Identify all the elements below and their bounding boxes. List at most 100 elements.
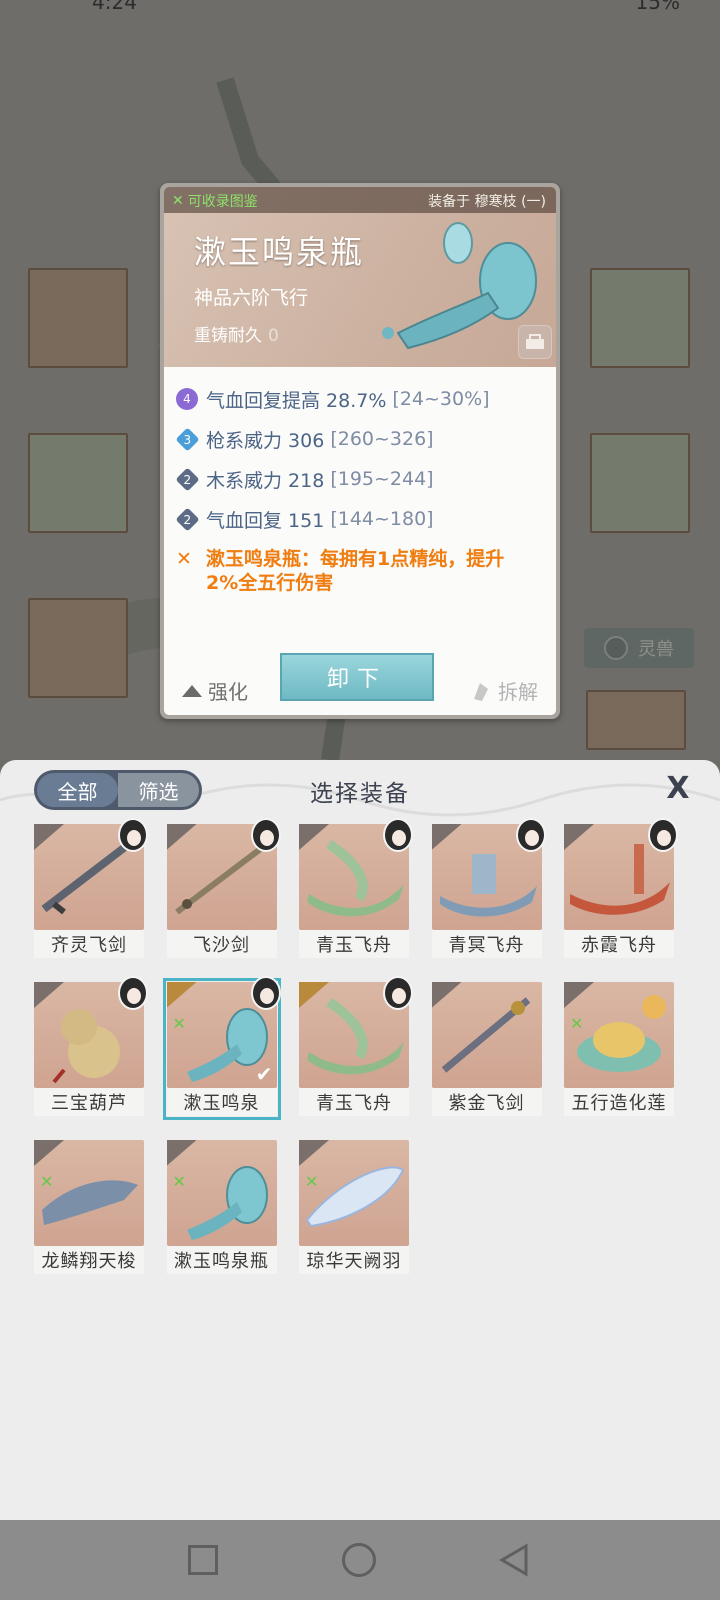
equipment-name: 赤霞飞舟 [564,930,674,958]
equipment-card[interactable]: 紫金飞剑 [431,982,542,1116]
upgrade-arrow-icon [182,684,202,697]
equipment-image [34,1140,144,1246]
sheet-title: 选择装备 [310,781,410,807]
equipment-card[interactable]: ✕ ✔ 漱玉鸣泉 [162,976,281,1120]
lock-button[interactable] [518,325,552,359]
sheet-header: 全部 筛选 选择装备 X [0,760,720,820]
stat-range: [260~326] [330,428,434,450]
item-durability: 重铸耐久 0 [194,321,279,346]
navigation-bar [0,1520,720,1600]
status-battery: 15% [635,0,680,14]
equipment-name: 青玉飞舟 [299,1088,409,1116]
equipment-name: 五行造化莲 [564,1088,674,1116]
bg-equip-slot [586,690,686,750]
pet-label: 灵兽 [638,639,674,660]
durability-value: 0 [268,326,279,346]
pet-button[interactable]: 灵兽 [584,628,694,668]
item-stats: 4 气血回复提高 28.7% [24~30%] 3 枪系威力 306 [260~… [175,379,546,595]
status-bar: 4:24 15% [0,0,720,14]
tier-badge-icon: 3 [175,426,200,452]
owner-avatar [383,818,413,852]
equipment-name: 青玉飞舟 [299,930,409,958]
item-actions: 强化 卸下 拆解 [164,639,556,715]
pet-icon [604,636,628,660]
equipment-card[interactable]: ✕ 琼华天阙羽 [299,1140,409,1274]
collectible-icon: ✕ [172,1172,186,1191]
equipment-card[interactable]: 青冥飞舟 [431,818,546,958]
collect-bar: ✕ 可收录图鉴 装备于 穆寒枝 (一) [164,187,556,213]
lock-icon [526,334,544,349]
equipment-image [166,1140,277,1246]
stat-row: 2 气血回复 151 [144~180] [175,499,546,539]
collectible-icon: ✕ [305,1172,319,1191]
strengthen-label: 强化 [208,680,248,704]
stat-row: 2 木系威力 218 [195~244] [175,459,546,499]
equipment-name: 漱玉鸣泉瓶 [166,1246,277,1274]
tier-badge-icon: 2 [175,506,200,532]
owner-avatar [648,818,678,852]
bg-equip-slot [590,268,690,368]
stat-name: 枪系威力 306 [206,429,325,452]
stat-name: 气血回复 151 [206,509,325,532]
equipment-card[interactable]: 青玉飞舟 [299,818,413,958]
item-detail-header: ✕ 可收录图鉴 装备于 穆寒枝 (一) 漱玉鸣泉瓶 神品六阶飞行 重铸耐久 0 [164,187,556,367]
stat-name: 木系威力 218 [206,469,325,492]
durability-label: 重铸耐久 [194,326,262,346]
status-time: 4:24 [92,0,137,14]
equipment-card[interactable]: 三宝葫芦 [34,976,148,1116]
equipment-image [431,982,542,1088]
stat-range: [144~180] [330,508,434,530]
equipment-name: 龙鳞翔天梭 [34,1246,144,1274]
strengthen-button[interactable]: 强化 [182,676,248,705]
equipment-card[interactable]: ✕ 五行造化莲 [564,982,674,1116]
equipment-card[interactable]: 青玉飞舟 [299,976,413,1116]
collectible-icon: ✕ [172,1014,186,1033]
equipment-name: 飞沙剑 [166,930,277,958]
equipment-name: 漱玉鸣泉 [166,1088,277,1116]
dismantle-button[interactable]: 拆解 [470,676,538,705]
equipment-image [564,982,674,1088]
stat-range: [195~244] [330,468,434,490]
collect-status: ✕ 可收录图鉴 [172,191,258,211]
special-effect-icon: ✕ [176,548,192,570]
item-detail-card: ✕ 可收录图鉴 装备于 穆寒枝 (一) 漱玉鸣泉瓶 神品六阶飞行 重铸耐久 0 [160,183,560,719]
home-button[interactable] [342,1543,376,1577]
collectible-icon: ✕ [570,1014,584,1033]
equipment-name: 琼华天阙羽 [299,1246,409,1274]
bg-equip-slot [590,433,690,533]
stat-range: [24~30%] [392,388,490,410]
equipment-image [299,1140,409,1246]
dismantle-icon [474,682,488,701]
tier-badge-icon: 2 [175,466,200,492]
owner-avatar [250,818,281,852]
owner-avatar [515,818,546,852]
equipment-card[interactable]: 齐灵飞剑 [34,818,148,958]
stat-row: 3 枪系威力 306 [260~326] [175,419,546,459]
stat-name: 气血回复提高 28.7% [206,389,387,412]
bg-equip-slot [28,598,128,698]
owner-avatar [383,976,413,1010]
equipment-card[interactable]: 飞沙剑 [166,818,281,958]
equipment-name: 齐灵飞剑 [34,930,144,958]
special-effect-text: 漱玉鸣泉瓶：每拥有1点精纯，提升 2%全五行伤害 [206,548,505,594]
recent-apps-button[interactable] [188,1545,218,1575]
equipment-card[interactable]: ✕ 龙鳞翔天梭 [34,1140,144,1274]
unequip-button[interactable]: 卸下 [280,653,434,701]
special-effect: ✕ 漱玉鸣泉瓶：每拥有1点精纯，提升 2%全五行伤害 [176,547,546,595]
back-icon [499,1543,528,1577]
item-grade: 神品六阶飞行 [194,287,309,309]
tier-badge-icon: 4 [176,388,198,410]
stat-row: 4 气血回复提高 28.7% [24~30%] [176,379,546,419]
collectible-icon: ✕ [40,1172,54,1191]
equipment-card[interactable]: 赤霞飞舟 [564,818,678,958]
equipment-name: 紫金飞剑 [431,1088,542,1116]
bg-equip-slot [28,268,128,368]
back-button[interactable] [496,1542,532,1578]
equipment-name: 三宝葫芦 [34,1088,144,1116]
owner-avatar [118,976,148,1010]
equipment-picker-sheet: 全部 筛选 选择装备 X 齐灵飞剑 飞沙剑 青玉飞舟 青冥飞舟 赤霞飞舟 三宝葫芦 ✕ ✔ 漱玉… [0,760,720,1520]
equipped-by: 装备于 穆寒枝 (一) [428,194,546,210]
equipment-card[interactable]: ✕ 漱玉鸣泉瓶 [166,1140,277,1274]
close-button[interactable]: X [662,771,694,806]
owner-avatar [118,818,148,852]
